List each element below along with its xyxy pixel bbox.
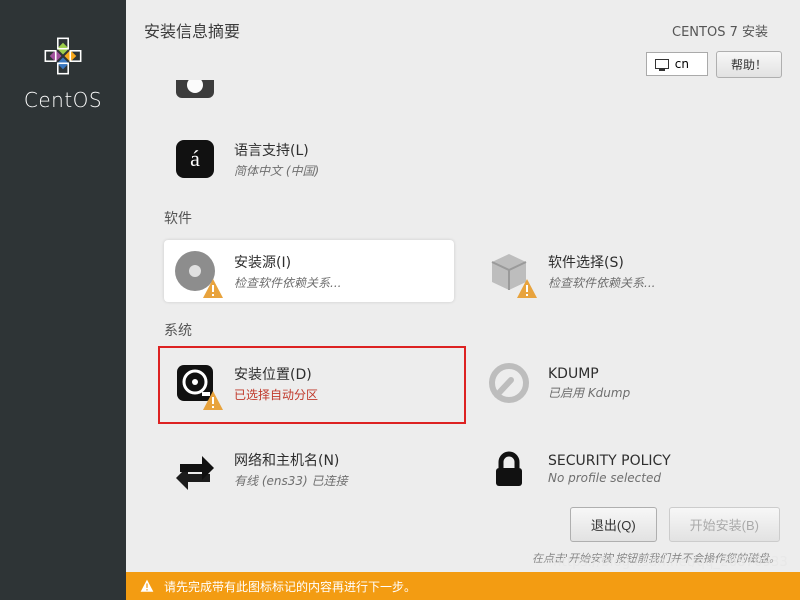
content: á 语言支持(L) 简体中文 (中国) 软件	[126, 80, 800, 497]
spoke-title: 语言支持(L)	[234, 140, 319, 160]
spoke-title: 安装源(I)	[234, 252, 341, 272]
language-icon: á	[172, 136, 218, 182]
spoke-language-support[interactable]: á 语言支持(L) 简体中文 (中国)	[164, 128, 454, 190]
kdump-icon	[486, 360, 532, 406]
spoke-status: 有线 (ens33) 已连接	[234, 472, 348, 489]
spoke-security-policy[interactable]: SECURITY POLICY No profile selected	[478, 438, 768, 497]
clock-icon	[172, 80, 218, 106]
spoke-network[interactable]: 网络和主机名(N) 有线 (ens33) 已连接	[164, 438, 454, 497]
network-icon	[172, 446, 218, 492]
lock-icon	[486, 446, 532, 492]
sidebar: CentOS	[0, 0, 126, 600]
spoke-title: 网络和主机名(N)	[234, 450, 348, 470]
spoke-status: No profile selected	[548, 471, 671, 485]
footer-hint: 在点击'开始安装'按钮前我们并不会操作您的磁盘。	[126, 546, 800, 572]
quit-button[interactable]: 退出(Q)	[570, 507, 657, 542]
help-button[interactable]: 帮助！	[716, 51, 782, 78]
begin-install-button[interactable]: 开始安装(B)	[669, 507, 780, 542]
warning-banner: 请先完成带有此图标标记的内容再进行下一步。	[126, 572, 800, 600]
spoke-install-destination[interactable]: 安装位置(D) 已选择自动分区	[164, 352, 454, 414]
spoke-status: 已选择自动分区	[234, 386, 318, 403]
warning-text: 请先完成带有此图标标记的内容再进行下一步。	[164, 578, 416, 595]
spoke-status: 已启用 Kdump	[548, 384, 630, 401]
spoke-status: 简体中文 (中国)	[234, 162, 319, 179]
section-software-label: 软件	[164, 208, 782, 228]
keyboard-layout-text: cn	[675, 57, 689, 71]
spoke-status: 检查软件依赖关系...	[548, 274, 655, 291]
spoke-status: 检查软件依赖关系...	[234, 274, 341, 291]
spoke-title: 软件选择(S)	[548, 252, 655, 272]
brand-label: CentOS	[24, 88, 102, 112]
spoke-kdump[interactable]: KDUMP 已启用 Kdump	[478, 352, 768, 414]
page-title: 安装信息摘要	[144, 18, 240, 42]
warning-badge-icon	[202, 278, 224, 300]
section-system-label: 系统	[164, 320, 782, 340]
spoke-title: KDUMP	[548, 366, 630, 382]
svg-text:á: á	[190, 146, 200, 171]
keyboard-layout-indicator[interactable]: cn	[646, 52, 708, 76]
install-label: CENTOS 7 安装	[672, 21, 768, 40]
footer-buttons: 退出(Q) 开始安装(B)	[126, 497, 800, 546]
spoke-install-source[interactable]: 安装源(I) 检查软件依赖关系...	[164, 240, 454, 302]
spoke-software-selection[interactable]: 软件选择(S) 检查软件依赖关系...	[478, 240, 768, 302]
warning-badge-icon	[516, 278, 538, 300]
main-panel: 安装信息摘要 CENTOS 7 安装 cn 帮助！	[126, 0, 800, 600]
spoke-title: 安装位置(D)	[234, 364, 318, 384]
spoke-title: SECURITY POLICY	[548, 453, 671, 469]
warning-icon	[140, 579, 154, 593]
spoke-datetime-partial[interactable]	[164, 80, 454, 114]
centos-logo-icon	[37, 30, 89, 82]
warning-badge-icon	[202, 390, 224, 412]
keyboard-icon	[655, 59, 669, 69]
